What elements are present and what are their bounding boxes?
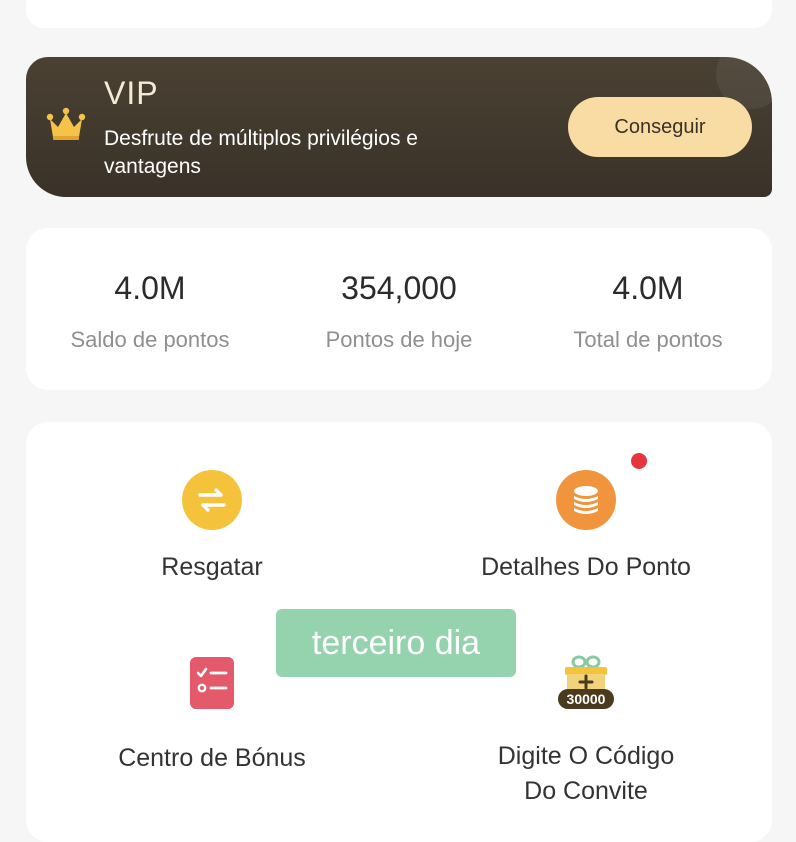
vip-title: VIP — [104, 75, 159, 111]
bonus-center-label: Centro de Bónus — [118, 744, 306, 772]
invite-code-label-line1: Digite O Código — [497, 742, 675, 770]
invite-code-label: Digite O Código Do Convite — [406, 739, 766, 809]
stat-value: 4.0M — [612, 270, 684, 306]
stat-points-balance: 4.0M Saldo de pontos — [26, 270, 274, 353]
redeem-label: Resgatar — [161, 553, 263, 581]
redeem-menu-item[interactable]: Resgatar — [32, 460, 392, 585]
stat-label: Pontos de hoje — [325, 327, 473, 352]
top-card — [26, 0, 772, 28]
invite-badge-text: 30000 — [566, 691, 606, 707]
vip-banner[interactable]: VIP Desfrute de múltiplos privilégios e … — [26, 57, 772, 197]
stat-label: Saldo de pontos — [70, 327, 230, 352]
notification-dot — [631, 453, 647, 469]
stat-value: 4.0M — [114, 270, 186, 306]
vip-description: Desfrute de múltiplos privilégios e vant… — [104, 127, 418, 178]
stat-points-total: 4.0M Total de pontos — [524, 270, 772, 353]
crown-icon — [46, 107, 86, 140]
invite-code-menu-item[interactable]: 30000 Digite O Código Do Convite — [406, 655, 766, 809]
points-details-menu-item[interactable]: Detalhes Do Ponto — [406, 453, 766, 585]
stat-points-today: 354,000 Pontos de hoje — [275, 270, 523, 353]
gift-30000-icon: 30000 — [555, 655, 617, 713]
checklist-icon — [188, 655, 236, 711]
coin-stack-icon — [556, 470, 616, 530]
points-details-label: Detalhes Do Ponto — [481, 553, 691, 581]
get-vip-button[interactable]: Conseguir — [568, 97, 752, 157]
invite-code-label-line2: Do Convite — [524, 777, 648, 805]
swap-arrows-icon — [182, 470, 242, 530]
overlay-caption: terceiro dia — [276, 609, 516, 677]
points-stats-card: 4.0M Saldo de pontos 354,000 Pontos de h… — [26, 228, 772, 390]
stat-label: Total de pontos — [573, 327, 723, 352]
stat-value: 354,000 — [341, 270, 457, 306]
